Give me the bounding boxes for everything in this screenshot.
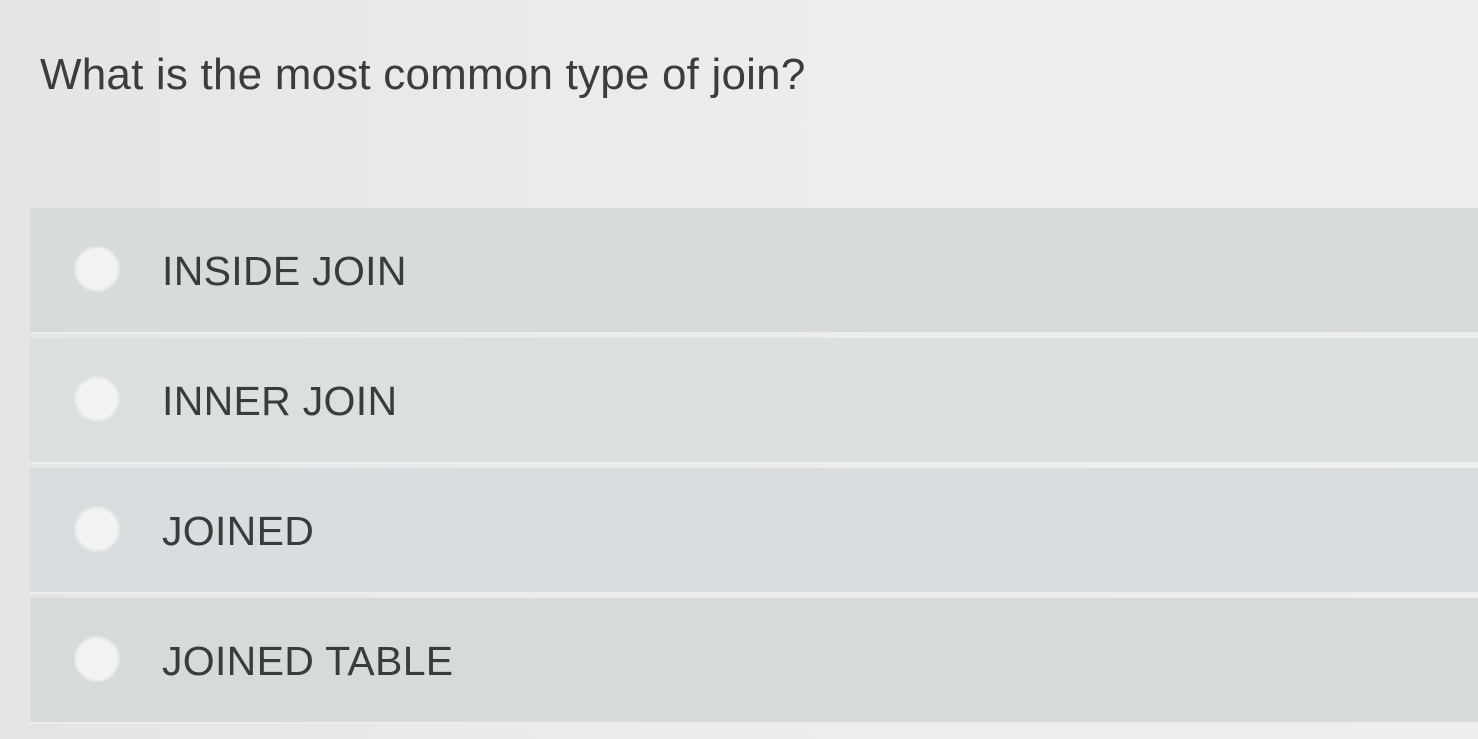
question-text: What is the most common type of join?	[40, 50, 806, 99]
radio-button[interactable]	[74, 506, 120, 552]
answer-option-inside-join[interactable]: INSIDE JOIN	[30, 208, 1478, 334]
answer-option-joined-table[interactable]: JOINED TABLE	[30, 598, 1478, 724]
answer-label: INSIDE JOIN	[162, 248, 407, 294]
answer-option-joined[interactable]: JOINED	[30, 468, 1478, 594]
answer-option-inner-join[interactable]: INNER JOIN	[30, 338, 1478, 464]
quiz-page: What is the most common type of join? IN…	[0, 0, 1478, 739]
answer-options: INSIDE JOIN INNER JOIN JOINED JOINED TAB…	[30, 208, 1478, 728]
radio-button[interactable]	[74, 246, 120, 292]
radio-button[interactable]	[74, 376, 120, 422]
radio-button[interactable]	[74, 636, 120, 682]
answer-label: INNER JOIN	[162, 378, 398, 424]
answer-label: JOINED	[162, 508, 315, 554]
answer-label: JOINED TABLE	[162, 638, 454, 684]
